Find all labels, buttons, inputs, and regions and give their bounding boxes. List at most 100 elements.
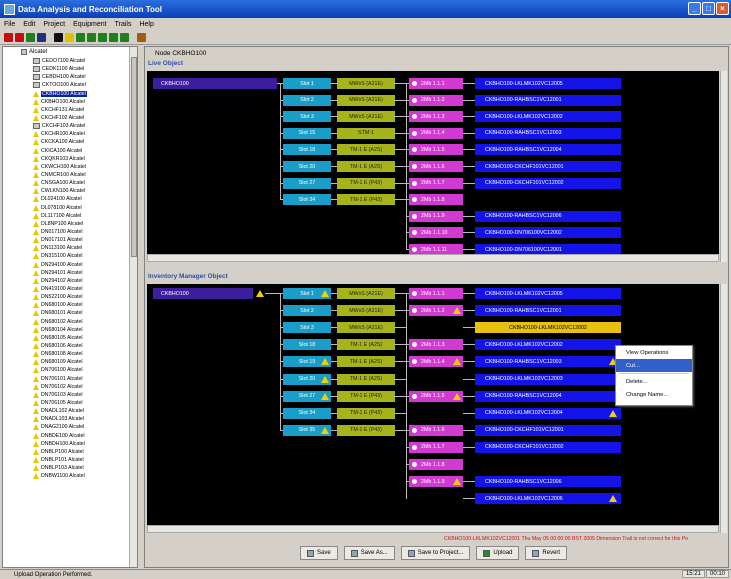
toolbar-tool-icon[interactable]	[65, 33, 74, 42]
vc-trail-box[interactable]: CKBHO100-RAHBSC1VC12003	[475, 356, 621, 368]
slot-box[interactable]: Slot 2	[283, 305, 331, 317]
menu-change-name[interactable]: Change Name...	[616, 388, 692, 401]
toolbar-tool-icon[interactable]	[98, 33, 107, 42]
toolbar-tool-icon[interactable]	[54, 33, 63, 42]
menu-view-operations[interactable]: View Operations	[616, 346, 692, 359]
tree-node-item[interactable]: DNADL103 Alcatel	[33, 415, 87, 423]
tree-node-item[interactable]: DN680102 Alcatel	[33, 318, 87, 326]
tree-node-item[interactable]: CKBHO100 Alcatel	[33, 98, 87, 106]
vc-trail-box[interactable]: CKBHO100-CKCHF101VC12002	[475, 441, 621, 453]
revert-button[interactable]: Revert	[525, 546, 568, 560]
vc-trail-box[interactable]: CKBHO100-LKLMK102VC12006	[475, 493, 621, 505]
module-box[interactable]: MWxS (A21E)	[337, 111, 395, 123]
port-box[interactable]: 2Mb 1.1.1	[409, 78, 463, 89]
slot-box[interactable]: Slot 3	[283, 322, 331, 334]
tree-node-item[interactable]: CEBDH100 Alcatel	[33, 73, 87, 81]
menu-file[interactable]: File	[4, 21, 15, 28]
tree-node-item[interactable]: CKBHO100 Alcatel	[33, 90, 87, 98]
vc-trail-box[interactable]: CKBHO100-RAHBSC1VC12006	[475, 210, 621, 222]
module-box[interactable]: MWxS (A21E)	[337, 78, 395, 89]
port-box[interactable]: 2Mb 1.1.10	[409, 227, 463, 239]
tree-node-item[interactable]: CKTOO100 Alcatel	[33, 81, 87, 89]
module-box[interactable]: TM-1 E (A2S)	[337, 373, 395, 385]
module-box[interactable]: MWxS (A21E)	[337, 305, 395, 317]
menu-edit[interactable]: Edit	[23, 21, 35, 28]
module-box[interactable]: TM-1 E (P43)	[337, 390, 395, 402]
module-box[interactable]: TM-1 E (P43)	[337, 194, 395, 206]
vc-trail-box[interactable]: CKBHO100-CKCHF101VC12002	[475, 177, 621, 189]
tree-node-item[interactable]: DNBLP100 Alcatel	[33, 448, 87, 456]
tree-node-item[interactable]: DNBDH100 Alcatel	[33, 440, 87, 448]
live-object-canvas[interactable]: CKBHO100 Slot 1 MWxS (A21E) Slot 2 MWxS (A21…	[147, 71, 719, 254]
vc-trail-box[interactable]: CKBHO100-LKLMK102VC12004	[475, 407, 621, 419]
slot-box[interactable]: Slot 1	[283, 78, 331, 89]
slot-box[interactable]: Slot 3	[283, 111, 331, 123]
vc-trail-box[interactable]: CKBHO100-RAHBSC1VC12004	[475, 390, 621, 402]
tree-node-item[interactable]: DNADL102 Alcatel	[33, 407, 87, 415]
port-box[interactable]: 2Mb 1.1.3	[409, 339, 463, 351]
vc-trail-box[interactable]: CKBHO100-RAHBSC1VC12001	[475, 305, 621, 317]
vc-trail-box[interactable]: CKBHO100-RAHBSC1VC12003	[475, 127, 621, 139]
tree-node-item[interactable]: DNBDE100 Alcatel	[33, 431, 87, 439]
tree-node-item[interactable]: CKCHF102 Alcatel	[33, 114, 87, 122]
menu-trails[interactable]: Trails	[115, 21, 132, 28]
tree-node-item[interactable]: DN017100 Alcatel	[33, 228, 87, 236]
tree-node-item[interactable]: DNAG2100 Alcatel	[33, 423, 87, 431]
menu-help[interactable]: Help	[139, 21, 153, 28]
toolbar-tool-icon[interactable]	[76, 33, 85, 42]
tree-node-item[interactable]: DN315100 Alcatel	[33, 252, 87, 260]
node-tree[interactable]: Alcatel CEDO7100 Alcatel CEDK1100 Alcatel…	[2, 46, 138, 568]
tree-node-item[interactable]: CKCKA100 Alcatel	[33, 138, 87, 146]
port-box[interactable]: 2Mb 1.1.9	[409, 210, 463, 222]
menu-delete[interactable]: Delete...	[616, 375, 692, 388]
tree-node-item[interactable]: CKCHF103 Alcatel	[33, 122, 87, 130]
slot-box[interactable]: Slot 34	[283, 194, 331, 206]
node-box[interactable]: CKBHO100	[153, 288, 253, 299]
tree-node-item[interactable]: DL024100 Alcatel	[33, 195, 87, 203]
port-box[interactable]: 2Mb 1.1.8	[409, 194, 463, 206]
module-box[interactable]: MWxS (A21E)	[337, 94, 395, 106]
port-box[interactable]: 2Mb 1.1.4	[409, 127, 463, 139]
port-box[interactable]: 2Mb 1.1.6	[409, 161, 463, 172]
tree-node-item[interactable]: DN680104 Alcatel	[33, 326, 87, 334]
toolbar-tool-icon[interactable]	[15, 33, 24, 42]
tree-node-item[interactable]: DN419100 Alcatel	[33, 285, 87, 293]
menu-cut[interactable]: Cut...	[616, 359, 692, 372]
port-box[interactable]: 2Mb 1.1.6	[409, 424, 463, 436]
tree-node-item[interactable]: DN706102 Alcatel	[33, 383, 87, 391]
tree-node-item[interactable]: DL117100 Alcatel	[33, 212, 87, 220]
tree-node-item[interactable]: DN706103 Alcatel	[33, 391, 87, 399]
tree-node-item[interactable]: CKWCH100 Alcatel	[33, 163, 87, 171]
module-box[interactable]: STM-1	[337, 127, 395, 139]
slot-box[interactable]: Slot 20	[283, 161, 331, 172]
tree-scrollbar[interactable]	[129, 47, 137, 567]
tree-node-item[interactable]: DN680105 Alcatel	[33, 334, 87, 342]
vc-trail-box[interactable]: CKBHO100-RAHBSC1VC12006	[475, 476, 621, 488]
selected-vc-trail-box[interactable]: CKBHO100-LKLMK102VC12002	[475, 322, 621, 334]
tree-node-item[interactable]: DN680101 Alcatel	[33, 309, 87, 317]
vc-trail-box[interactable]: CKBHO100-RAHBSC1VC12004	[475, 144, 621, 156]
module-box[interactable]: TM-1 E (P43)	[337, 177, 395, 189]
vc-trail-box[interactable]: CKBHO100-RAHBSC1VC12001	[475, 94, 621, 106]
vc-trail-box[interactable]: CKBHO100-DN706100VC12002	[475, 227, 621, 239]
port-box[interactable]: 2Mb 1.1.3	[409, 111, 463, 123]
slot-box[interactable]: Slot 18	[283, 144, 331, 156]
tree-node-item[interactable]: DNBLP103 Alcatel	[33, 464, 87, 472]
tree-root[interactable]: Alcatel	[21, 49, 47, 55]
tree-node-item[interactable]: DN522100 Alcatel	[33, 293, 87, 301]
port-box[interactable]: 2Mb 1.1.2	[409, 94, 463, 106]
toolbar-tool-icon[interactable]	[4, 33, 13, 42]
vc-trail-box[interactable]: CKBHO100-LKLMK102VC12005	[475, 78, 621, 89]
tree-node-item[interactable]: CWLKN100 Alcatel	[33, 187, 87, 195]
slot-box[interactable]: Slot 18	[283, 339, 331, 351]
vc-trail-box[interactable]: CKBHO100-LKLMK102VC12003	[475, 373, 621, 385]
module-box[interactable]: TM-1 E (A2S)	[337, 339, 395, 351]
tree-node-item[interactable]: DN294100 Alcatel	[33, 261, 87, 269]
tree-node-item[interactable]: CKICA100 Alcatel	[33, 147, 87, 155]
toolbar-tool-icon[interactable]	[109, 33, 118, 42]
module-box[interactable]: TM-1 E (A2S)	[337, 161, 395, 172]
port-box[interactable]: 2Mb 1.1.1	[409, 288, 463, 299]
toolbar-tool-icon[interactable]	[120, 33, 129, 42]
module-box[interactable]: TM-1 E (A2S)	[337, 356, 395, 368]
maximize-button[interactable]: □	[702, 2, 715, 15]
